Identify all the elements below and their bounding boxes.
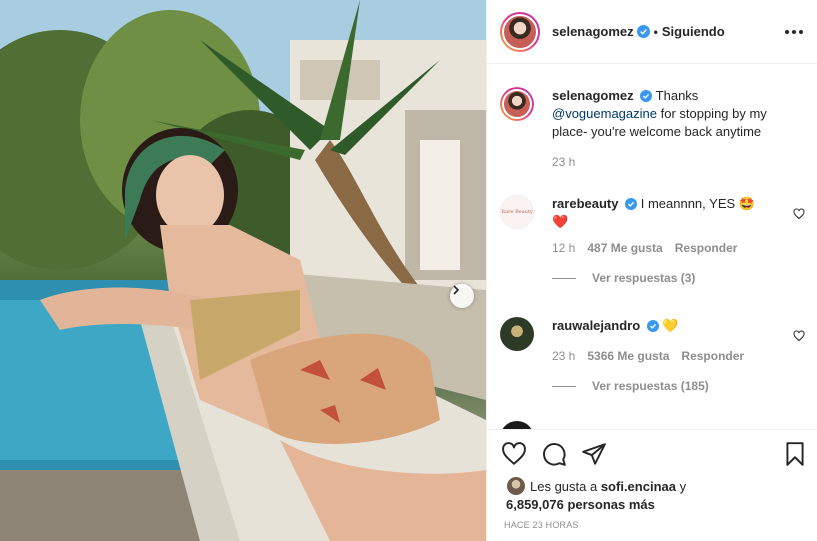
replies-line-divider [552, 277, 576, 279]
rarebeauty-logo: Rare Beauty [501, 209, 533, 215]
chevron-right-icon [453, 285, 460, 295]
caption-mention-link[interactable]: @voguemagazine [552, 106, 657, 121]
post-header: selenagomez • Siguiendo [487, 0, 817, 64]
view-replies-label: Ver respuestas (185) [592, 379, 709, 393]
comment-time[interactable]: 23 h [552, 349, 575, 363]
reply-button[interactable]: Responder [681, 349, 744, 363]
commenter-username[interactable]: rarebeauty [552, 196, 618, 211]
verified-badge-icon [625, 198, 638, 210]
send-icon[interactable] [581, 441, 607, 467]
verified-badge-icon [646, 320, 659, 332]
post-actions: Les gusta a sofi.encinaa y 6,859,076 per… [487, 429, 817, 541]
post-photo[interactable] [0, 0, 486, 541]
commenter-avatar[interactable] [500, 317, 534, 351]
comment-item: Rare Beauty rarebeauty I meannnn, YES 🤩 … [500, 195, 805, 285]
comment-text: I meannnn, YES 🤩 [640, 196, 755, 211]
replies-line-divider [552, 385, 576, 387]
comment-icon[interactable] [541, 441, 567, 467]
verified-badge-icon [640, 90, 653, 102]
caption-time[interactable]: 23 h [552, 155, 575, 169]
more-horizontal-icon [785, 29, 789, 34]
comment-like-heart-icon[interactable] [793, 330, 805, 342]
carousel-next-button[interactable] [450, 284, 474, 308]
likes-summary: Les gusta a sofi.encinaa y 6,859,076 per… [506, 476, 686, 514]
following-button[interactable]: Siguiendo [662, 24, 725, 39]
heart-icon[interactable] [501, 441, 527, 467]
author-avatar[interactable] [500, 11, 540, 52]
post-image [0, 0, 486, 541]
bookmark-icon[interactable] [782, 441, 808, 467]
comment-likes-count[interactable]: 5366 Me gusta [587, 349, 669, 363]
caption-avatar[interactable] [500, 87, 534, 121]
comments-section[interactable]: selenagomez Thanks @voguemagazine for st… [487, 65, 817, 429]
comment-like-heart-icon[interactable] [793, 208, 805, 220]
liker-avatar[interactable] [506, 476, 526, 496]
verified-badge-icon [636, 25, 650, 38]
caption-username[interactable]: selenagomez [552, 88, 634, 103]
author-username[interactable]: selenagomez [552, 24, 634, 39]
likes-count[interactable]: 6,859,076 personas más [506, 497, 655, 512]
commenter-avatar[interactable]: Rare Beauty [500, 195, 534, 229]
post-side-panel: selenagomez • Siguiendo selenagomez Than… [486, 0, 817, 541]
view-replies-label: Ver respuestas (3) [592, 271, 696, 285]
commenter-username[interactable]: rauwalejandro [552, 318, 640, 333]
comment-time[interactable]: 12 h [552, 241, 575, 255]
comment-text: 💛 [662, 318, 679, 333]
separator-dot: • [653, 24, 658, 39]
liker-username[interactable]: sofi.encinaa [601, 479, 676, 494]
comment-emoji-line: ❤️ [552, 214, 569, 229]
reply-button[interactable]: Responder [675, 241, 738, 255]
likes-prefix: Les gusta a [530, 479, 601, 494]
commenter-avatar[interactable] [500, 421, 534, 429]
caption-text-before: Thanks [655, 88, 699, 103]
more-options-button[interactable] [785, 29, 803, 34]
comment-item: rauwalejandro 💛 23 h 5366 Me gusta Respo… [500, 317, 805, 393]
view-replies-button[interactable]: Ver respuestas (185) [552, 379, 805, 393]
comment-likes-count[interactable]: 487 Me gusta [587, 241, 662, 255]
likes-middle: y [675, 479, 687, 494]
post-timestamp[interactable]: HACE 23 HORAS [504, 520, 579, 530]
view-replies-button[interactable]: Ver respuestas (3) [552, 271, 805, 285]
caption: selenagomez Thanks @voguemagazine for st… [500, 87, 805, 169]
